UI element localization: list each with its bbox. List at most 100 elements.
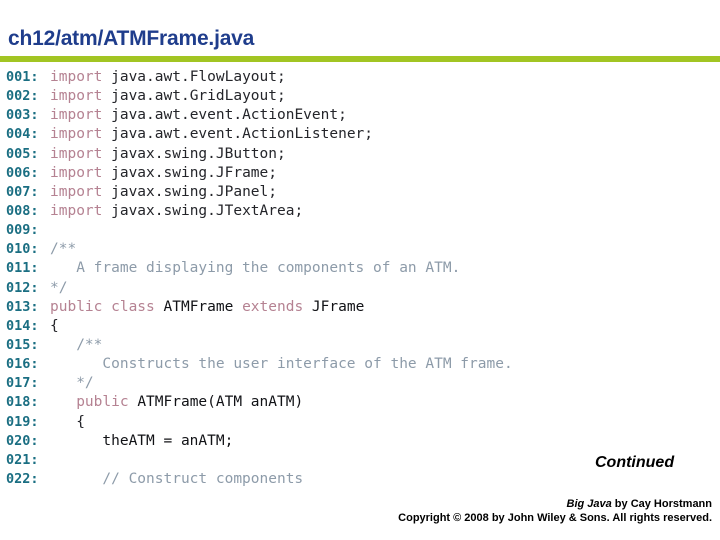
code-line-text: import java.awt.GridLayout; xyxy=(50,87,286,106)
code-line-number: 020: xyxy=(6,432,39,449)
code-line-text: import javax.swing.JButton; xyxy=(50,145,286,164)
code-line: 005: import javax.swing.JButton; xyxy=(0,145,720,164)
code-token: /** xyxy=(50,336,103,353)
code-token: java.awt.event.ActionListener; xyxy=(102,126,374,143)
footer-book-title: Big Java xyxy=(566,498,612,510)
code-token: java.awt.event.ActionEvent; xyxy=(102,107,347,124)
code-token: import xyxy=(50,164,103,181)
code-line: 017: */ xyxy=(0,374,720,393)
code-token: java.awt.GridLayout; xyxy=(102,88,286,105)
code-line: 006: import javax.swing.JFrame; xyxy=(0,164,720,183)
code-line: 008: import javax.swing.JTextArea; xyxy=(0,202,720,221)
code-token: // Construct components xyxy=(50,470,304,487)
footer-book-author: by Cay Horstmann xyxy=(611,498,712,510)
code-line: 001: import java.awt.FlowLayout; xyxy=(0,68,720,87)
code-line-number: 017: xyxy=(6,375,39,392)
code-token: import xyxy=(50,183,103,200)
code-token: javax.swing.JTextArea; xyxy=(102,202,304,219)
slide-footer: Big Java by Cay Horstmann Copyright © 20… xyxy=(0,497,720,526)
code-line-number: 022: xyxy=(6,470,39,487)
code-token: public class xyxy=(50,298,164,315)
code-token: extends xyxy=(233,298,312,315)
footer-book-credit: Big Java by Cay Horstmann xyxy=(0,497,713,511)
code-line-number: 006: xyxy=(6,164,39,181)
code-line: 022: // Construct components xyxy=(0,470,720,489)
code-line-text: { xyxy=(50,413,85,432)
code-token: ATMFrame xyxy=(163,298,234,315)
code-line: 007: import javax.swing.JPanel; xyxy=(0,183,720,202)
code-token: import xyxy=(50,126,103,143)
code-line-text: import java.awt.FlowLayout; xyxy=(50,68,286,87)
code-line-number: 001: xyxy=(6,69,39,85)
code-line-text: import java.awt.event.ActionEvent; xyxy=(50,106,347,125)
code-line-text: import javax.swing.JFrame; xyxy=(50,164,277,183)
code-line: 003: import java.awt.event.ActionEvent; xyxy=(0,106,720,125)
continued-label: Continued xyxy=(595,454,675,471)
code-token: */ xyxy=(50,279,68,296)
code-line-text: public ATMFrame(ATM anATM) xyxy=(50,393,303,412)
code-token: import xyxy=(50,202,103,219)
code-line-number: 011: xyxy=(6,260,39,277)
code-line-text: import javax.swing.JPanel; xyxy=(50,183,277,202)
code-token: ATMFrame(ATM anATM) xyxy=(137,394,304,411)
code-line-number: 021: xyxy=(6,451,39,468)
slide-header: ch12/atm/ATMFrame.java xyxy=(0,0,720,62)
code-line: 013: public class ATMFrame extends JFrame xyxy=(0,298,720,317)
code-line: 004: import java.awt.event.ActionListener… xyxy=(0,125,720,144)
code-line-number: 013: xyxy=(6,298,39,315)
code-line-text: { xyxy=(50,317,59,336)
code-line: 016: Constructs the user interface of th… xyxy=(0,355,720,374)
code-line-number: 015: xyxy=(6,336,39,353)
code-line-text: import java.awt.event.ActionListener; xyxy=(50,125,373,144)
code-line-number: 007: xyxy=(6,183,39,200)
code-token: javax.swing.JButton; xyxy=(102,145,286,162)
code-token: import xyxy=(50,145,103,162)
code-line: 014: { xyxy=(0,317,720,336)
code-line-text: public class ATMFrame extends JFrame xyxy=(50,298,364,317)
code-line-number: 016: xyxy=(6,356,39,373)
code-line-number: 003: xyxy=(6,107,39,124)
code-line-text: Constructs the user interface of the ATM… xyxy=(50,355,512,374)
code-listing: 001: import java.awt.FlowLayout; 002: impor… xyxy=(0,68,720,489)
code-line-text: theATM = anATM; xyxy=(50,432,233,451)
code-line: 002: import java.awt.GridLayout; xyxy=(0,87,720,106)
code-line: 011: A frame displaying the components o… xyxy=(0,259,720,278)
code-line: 020: theATM = anATM; xyxy=(0,432,720,451)
code-line-text: /** xyxy=(50,336,102,355)
code-line-number: 010: xyxy=(6,241,39,258)
code-token: java.awt.FlowLayout; xyxy=(102,69,286,85)
code-token: { xyxy=(50,317,59,334)
code-token: */ xyxy=(50,375,94,392)
code-line-number: 004: xyxy=(6,126,39,143)
code-line-number: 012: xyxy=(6,279,39,296)
code-line: 015: /** xyxy=(0,336,720,355)
code-line-number: 019: xyxy=(6,413,39,430)
code-line-text: */ xyxy=(50,374,94,393)
code-token: { xyxy=(50,413,85,430)
code-token: import xyxy=(50,69,103,85)
code-line-number: 002: xyxy=(6,88,39,105)
code-line-number: 008: xyxy=(6,202,39,219)
code-token: JFrame xyxy=(311,298,365,315)
code-token: public xyxy=(76,394,138,411)
code-line-number: 009: xyxy=(6,222,39,239)
code-token: javax.swing.JPanel; xyxy=(102,183,277,200)
page-title: ch12/atm/ATMFrame.java xyxy=(8,27,255,50)
code-line-text: import javax.swing.JTextArea; xyxy=(50,202,303,221)
code-token: javax.swing.JFrame; xyxy=(102,164,277,181)
title-divider xyxy=(0,56,720,62)
code-line-number: 005: xyxy=(6,145,39,162)
code-token: /** xyxy=(50,241,77,258)
code-token: import xyxy=(50,88,103,105)
code-line-text: A frame displaying the components of an … xyxy=(50,259,460,278)
code-line-text: */ xyxy=(50,279,67,298)
code-line: 009: xyxy=(0,221,720,240)
code-line: 019: { xyxy=(0,413,720,432)
code-token: A frame displaying the components of an … xyxy=(50,260,461,277)
code-line: 018: public ATMFrame(ATM anATM) xyxy=(0,393,720,412)
code-line-number: 018: xyxy=(6,394,39,411)
code-line: 012: */ xyxy=(0,279,720,298)
footer-copyright: Copyright © 2008 by John Wiley & Sons. A… xyxy=(398,512,712,524)
code-token: theATM = anATM; xyxy=(50,432,234,449)
